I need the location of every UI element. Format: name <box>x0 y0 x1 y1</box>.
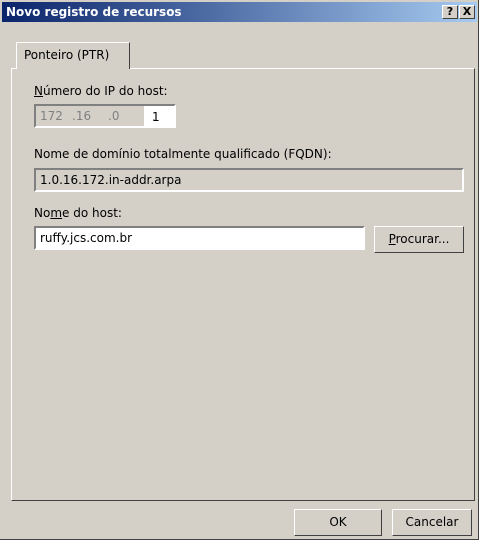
ip-octet-3: .0 <box>108 109 120 123</box>
fqdn-field: 1.0.16.172.in-addr.arpa <box>34 168 464 192</box>
title-bar[interactable]: Novo registro de recursos ? X <box>2 2 477 22</box>
host-label: Nome do host: <box>34 206 122 220</box>
host-name-value: ruffy.jcs.com.br <box>40 231 133 245</box>
ip-octet-4-input[interactable]: .1 <box>144 106 176 126</box>
fqdn-value: 1.0.16.172.in-addr.arpa <box>40 173 182 187</box>
ip-octet-2: .16 <box>72 109 92 123</box>
cancel-button[interactable]: Cancelar <box>392 509 472 536</box>
tab-ptr-label: Ponteiro (PTR) <box>24 48 110 62</box>
tab-panel <box>11 68 475 501</box>
fqdn-label: Nome de domínio totalmente qualificado (… <box>34 147 332 161</box>
ip-label: Número do IP do host: <box>34 84 168 98</box>
close-button[interactable]: X <box>459 5 475 19</box>
resource-record-dialog: Novo registro de recursos ? X Ponteiro (… <box>0 0 479 540</box>
ip-octet-1: 172 <box>40 109 63 123</box>
ip-address-field: 172 .16 .0 .1 <box>34 104 176 128</box>
help-button[interactable]: ? <box>442 5 458 19</box>
browse-button[interactable]: Procurar... <box>374 226 464 253</box>
window-title: Novo registro de recursos <box>6 5 182 19</box>
ok-button[interactable]: OK <box>294 509 382 536</box>
tab-ptr[interactable]: Ponteiro (PTR) <box>16 42 130 69</box>
host-name-input[interactable]: ruffy.jcs.com.br <box>34 226 365 250</box>
